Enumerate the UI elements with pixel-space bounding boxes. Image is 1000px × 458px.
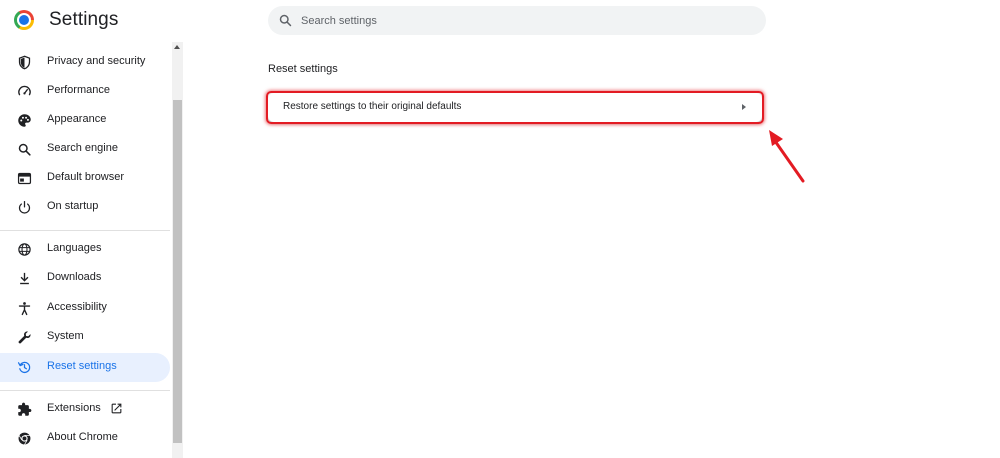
search-box[interactable]	[268, 6, 766, 35]
search-icon	[279, 14, 292, 27]
sidebar-item-default-browser[interactable]: Default browser	[0, 164, 170, 193]
sidebar-item-privacy-and-security[interactable]: Privacy and security	[0, 48, 170, 77]
sidebar-item-label: About Chrome	[47, 431, 118, 443]
chrome-icon	[18, 432, 31, 446]
sidebar-item-appearance[interactable]: Appearance	[0, 106, 170, 135]
sidebar-item-label: System	[47, 330, 84, 342]
search-icon	[18, 143, 31, 156]
palette-icon	[18, 114, 31, 127]
sidebar-item-system[interactable]: System	[0, 323, 170, 352]
reset-history-icon	[17, 361, 31, 373]
globe-icon	[18, 243, 31, 256]
wrench-icon	[18, 331, 31, 344]
sidebar-item-label: Default browser	[47, 171, 125, 183]
restore-defaults-row[interactable]: Restore settings to their original defau…	[268, 93, 762, 122]
sidebar-item-downloads[interactable]: Downloads	[0, 264, 170, 293]
sidebar-item-accessibility[interactable]: Accessibility	[0, 294, 170, 323]
search-input[interactable]	[301, 6, 751, 35]
puzzle-icon	[18, 402, 32, 416]
chrome-logo-icon	[14, 10, 34, 30]
sidebar-item-label: Languages	[47, 242, 102, 254]
sidebar-item-about-chrome[interactable]: About Chrome	[0, 424, 170, 453]
restore-defaults-label: Restore settings to their original defau…	[283, 101, 462, 112]
shield-icon	[18, 55, 31, 70]
sidebar: Privacy and security Performance Appeara…	[0, 42, 172, 458]
sidebar-item-label: Reset settings	[47, 360, 117, 372]
sidebar-item-label: Search engine	[47, 142, 118, 154]
sidebar-item-reset-settings[interactable]: Reset settings	[0, 353, 170, 382]
speedometer-icon	[18, 85, 31, 96]
chevron-right-icon	[742, 104, 746, 110]
power-icon	[18, 200, 31, 214]
sidebar-item-performance[interactable]: Performance	[0, 77, 170, 106]
annotation-arrow-icon	[769, 130, 805, 183]
sidebar-item-label: Appearance	[47, 113, 107, 125]
page-title: Settings	[49, 9, 119, 30]
sidebar-item-languages[interactable]: Languages	[0, 235, 170, 264]
sidebar-item-label: Extensions	[47, 402, 101, 414]
download-icon	[20, 272, 29, 285]
browser-window-icon	[17, 172, 32, 185]
sidebar-item-label: Performance	[47, 84, 110, 96]
scrollbar-thumb[interactable]	[173, 100, 182, 443]
settings-app: Settings Privacy and security Performan	[0, 0, 1000, 458]
sidebar-item-label: Accessibility	[47, 301, 107, 313]
scroll-up-arrow-icon[interactable]	[174, 45, 180, 49]
sidebar-item-label: Downloads	[47, 271, 102, 283]
header: Settings	[0, 0, 1000, 42]
accessibility-icon	[18, 302, 31, 316]
section-title: Reset settings	[268, 63, 338, 75]
sidebar-item-on-startup[interactable]: On startup	[0, 193, 170, 222]
sidebar-item-search-engine[interactable]: Search engine	[0, 135, 170, 164]
sidebar-item-label: On startup	[47, 200, 99, 212]
sidebar-item-label: Privacy and security	[47, 55, 146, 67]
sidebar-scrollbar[interactable]	[172, 42, 183, 458]
sidebar-divider	[0, 230, 170, 231]
open-in-new-icon	[111, 403, 122, 414]
sidebar-divider	[0, 390, 170, 391]
sidebar-item-extensions[interactable]: Extensions	[0, 395, 170, 424]
